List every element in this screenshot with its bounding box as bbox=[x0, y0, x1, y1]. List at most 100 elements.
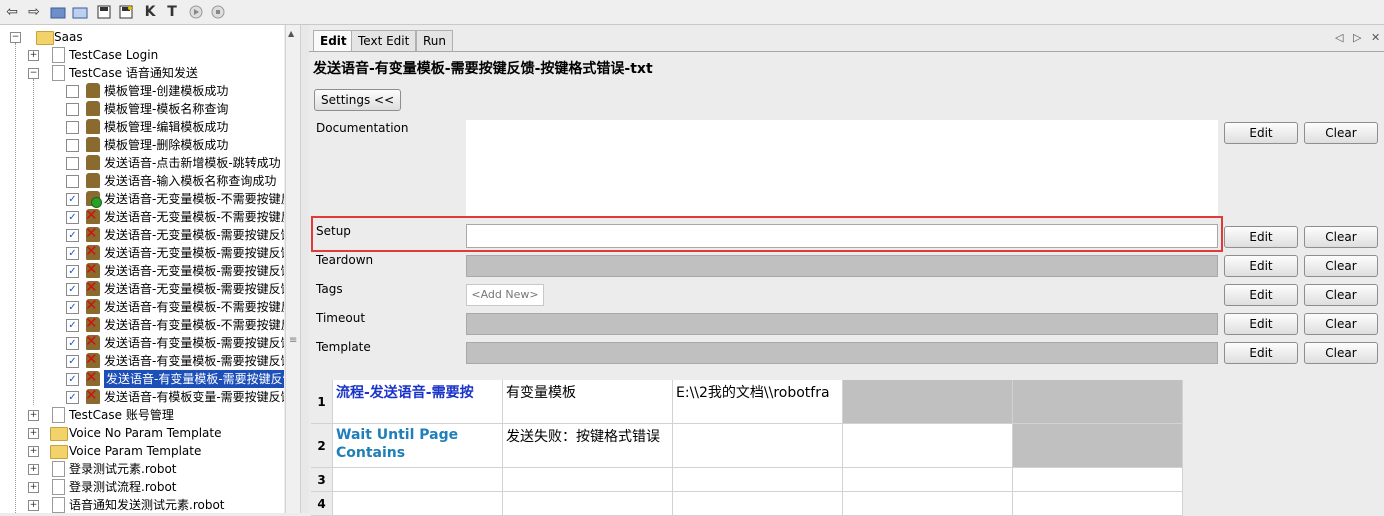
row-number[interactable]: 4 bbox=[311, 492, 333, 516]
expand-icon[interactable]: + bbox=[28, 500, 39, 511]
save-all-icon[interactable] bbox=[116, 2, 136, 22]
tab-edit[interactable]: Edit bbox=[313, 30, 354, 51]
expand-icon[interactable]: + bbox=[28, 410, 39, 421]
timeout-clear-button[interactable]: Clear bbox=[1304, 313, 1378, 335]
grid-cell[interactable] bbox=[503, 468, 673, 492]
grid-cell[interactable] bbox=[843, 424, 1013, 468]
run-icon[interactable] bbox=[186, 2, 206, 22]
test-checkbox[interactable]: ✓ bbox=[66, 337, 79, 350]
grid-cell[interactable] bbox=[1013, 492, 1183, 516]
tree-item[interactable]: + TestCase 账号管理 bbox=[0, 406, 284, 424]
tree-item[interactable]: ✓ 发送语音-无变量模板-需要按键反馈 bbox=[0, 280, 284, 298]
timeout-edit-button[interactable]: Edit bbox=[1224, 313, 1298, 335]
tree-item[interactable]: 模板管理-编辑模板成功 bbox=[0, 118, 284, 136]
grid-cell[interactable]: 有变量模板 bbox=[503, 380, 673, 424]
new-folder-icon[interactable] bbox=[70, 2, 90, 22]
test-checkbox[interactable] bbox=[66, 121, 79, 134]
documentation-edit-button[interactable]: Edit bbox=[1224, 122, 1298, 144]
test-checkbox[interactable]: ✓ bbox=[66, 355, 79, 368]
tree-item[interactable]: ✓ 发送语音-无变量模板-需要按键反馈 bbox=[0, 244, 284, 262]
grid-cell[interactable]: Wait Until Page Contains bbox=[333, 424, 503, 468]
test-checkbox[interactable] bbox=[66, 103, 79, 116]
row-number[interactable]: 1 bbox=[311, 380, 333, 424]
test-checkbox[interactable]: ✓ bbox=[66, 373, 79, 386]
test-checkbox[interactable] bbox=[66, 139, 79, 152]
test-search-icon[interactable]: T bbox=[162, 2, 182, 22]
tree-item[interactable]: ✓ 发送语音-无变量模板-不需要按键反 bbox=[0, 190, 284, 208]
tree-item[interactable]: ✓ 发送语音-无变量模板-需要按键反馈 bbox=[0, 262, 284, 280]
setup-clear-button[interactable]: Clear bbox=[1304, 226, 1378, 248]
tree-item[interactable]: + 登录测试元素.robot bbox=[0, 460, 284, 478]
test-checkbox[interactable] bbox=[66, 85, 79, 98]
keyword-search-icon[interactable]: K bbox=[140, 2, 160, 22]
tree-item[interactable]: − TestCase 语音通知发送 bbox=[0, 64, 284, 82]
teardown-clear-button[interactable]: Clear bbox=[1304, 255, 1378, 277]
tree-item[interactable]: ✓ 发送语音-有模板变量-需要按键反馈 bbox=[0, 388, 284, 406]
scroll-grip-icon[interactable]: ≡ bbox=[289, 335, 297, 346]
scroll-up-icon[interactable]: ▲ bbox=[288, 29, 294, 38]
grid-cell[interactable]: 发送失败：按键格式错误 bbox=[503, 424, 673, 468]
test-checkbox[interactable]: ✓ bbox=[66, 229, 79, 242]
test-checkbox[interactable] bbox=[66, 157, 79, 170]
tree-item[interactable]: ✓ 发送语音-有变量模板-不需要按键反 bbox=[0, 298, 284, 316]
test-checkbox[interactable]: ✓ bbox=[66, 283, 79, 296]
grid-cell[interactable] bbox=[333, 492, 503, 516]
tree-item[interactable]: + 登录测试流程.robot bbox=[0, 478, 284, 496]
grid-cell[interactable]: 流程-发送语音-需要按 bbox=[333, 380, 503, 424]
test-checkbox[interactable]: ✓ bbox=[66, 391, 79, 404]
save-icon[interactable] bbox=[94, 2, 114, 22]
tree-root[interactable]: − Saas bbox=[0, 28, 284, 46]
test-checkbox[interactable]: ✓ bbox=[66, 193, 79, 206]
test-checkbox[interactable] bbox=[66, 175, 79, 188]
grid-cell[interactable] bbox=[503, 492, 673, 516]
documentation-field[interactable] bbox=[466, 120, 1218, 216]
expand-icon[interactable]: + bbox=[28, 428, 39, 439]
grid-cell[interactable] bbox=[843, 380, 1013, 424]
test-checkbox[interactable]: ✓ bbox=[66, 319, 79, 332]
setup-edit-button[interactable]: Edit bbox=[1224, 226, 1298, 248]
tree-item[interactable]: + TestCase Login bbox=[0, 46, 284, 64]
tree-item[interactable]: 模板管理-删除模板成功 bbox=[0, 136, 284, 154]
tab-run[interactable]: Run bbox=[416, 30, 454, 51]
grid-cell[interactable] bbox=[843, 468, 1013, 492]
grid-cell[interactable] bbox=[673, 424, 843, 468]
teardown-field[interactable] bbox=[466, 255, 1218, 277]
test-checkbox[interactable]: ✓ bbox=[66, 247, 79, 260]
grid-cell[interactable]: E:\\2我的文档\\robotfra bbox=[673, 380, 843, 424]
tab-close-icon[interactable]: ✕ bbox=[1371, 31, 1380, 44]
tree-item[interactable]: + Voice Param Template bbox=[0, 442, 284, 460]
expand-icon[interactable]: + bbox=[28, 446, 39, 457]
tree-item[interactable]: 模板管理-创建模板成功 bbox=[0, 82, 284, 100]
expand-icon[interactable]: + bbox=[28, 50, 39, 61]
test-checkbox[interactable]: ✓ bbox=[66, 265, 79, 278]
tags-add-new[interactable]: <Add New> bbox=[466, 284, 544, 306]
expand-icon[interactable]: + bbox=[28, 464, 39, 475]
tags-edit-button[interactable]: Edit bbox=[1224, 284, 1298, 306]
documentation-clear-button[interactable]: Clear bbox=[1304, 122, 1378, 144]
grid-cell[interactable] bbox=[673, 492, 843, 516]
test-checkbox[interactable]: ✓ bbox=[66, 301, 79, 314]
grid-cell[interactable] bbox=[333, 468, 503, 492]
back-arrow-icon[interactable]: ⇦ bbox=[2, 2, 22, 22]
tree-item[interactable]: 发送语音-点击新增模板-跳转成功 bbox=[0, 154, 284, 172]
open-folder-icon[interactable] bbox=[48, 2, 68, 22]
tree-item[interactable]: 模板管理-模板名称查询 bbox=[0, 100, 284, 118]
expand-icon[interactable]: + bbox=[28, 482, 39, 493]
tree-scrollbar[interactable]: ▲ ≡ bbox=[285, 25, 300, 513]
forward-arrow-icon[interactable]: ⇨ bbox=[24, 2, 44, 22]
tree-item[interactable]: ✓ 发送语音-有变量模板-需要按键反馈 bbox=[0, 334, 284, 352]
template-field[interactable] bbox=[466, 342, 1218, 364]
tab-next-icon[interactable]: ▷ bbox=[1353, 31, 1361, 44]
row-number[interactable]: 2 bbox=[311, 424, 333, 468]
tab-text-edit[interactable]: Text Edit bbox=[351, 30, 417, 51]
pane-splitter[interactable] bbox=[300, 25, 309, 513]
collapse-icon[interactable]: − bbox=[10, 32, 21, 43]
tab-prev-icon[interactable]: ◁ bbox=[1335, 31, 1343, 44]
template-clear-button[interactable]: Clear bbox=[1304, 342, 1378, 364]
timeout-field[interactable] bbox=[466, 313, 1218, 335]
tree-item[interactable]: ✓ 发送语音-有变量模板-需要按键反馈 bbox=[0, 352, 284, 370]
tags-clear-button[interactable]: Clear bbox=[1304, 284, 1378, 306]
stop-icon[interactable] bbox=[208, 2, 228, 22]
collapse-icon[interactable]: − bbox=[28, 68, 39, 79]
grid-cell[interactable] bbox=[1013, 424, 1183, 468]
